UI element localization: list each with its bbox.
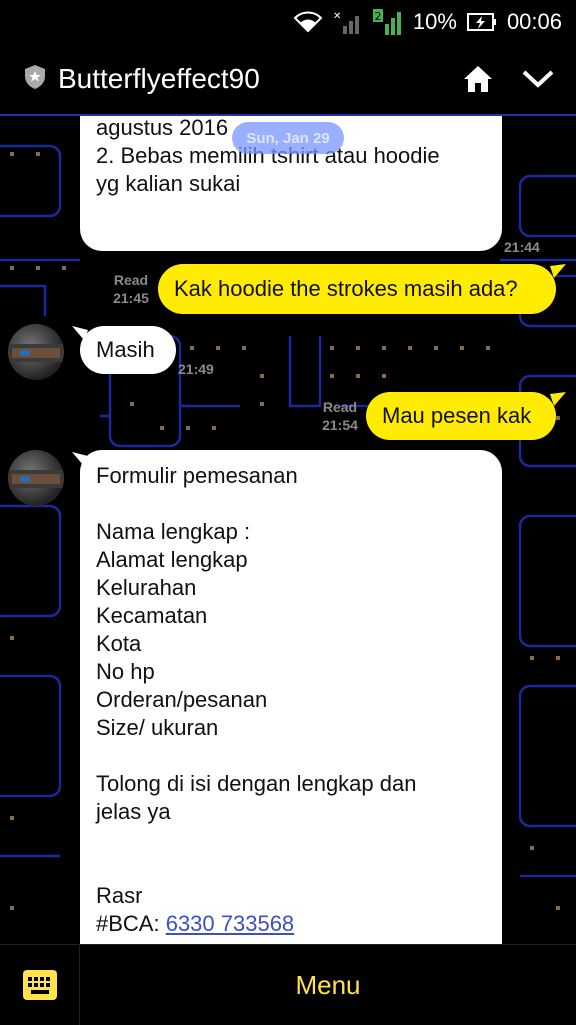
- wifi-icon: [293, 11, 323, 33]
- message-line: Tolong di isi dengan lengkap dan: [96, 771, 417, 796]
- message-line: yg kalian sukai: [96, 171, 241, 196]
- phone-link[interactable]: 6330 733568: [166, 911, 294, 936]
- message-bubble-outgoing[interactable]: Kak hoodie the strokes masih ada?: [158, 264, 556, 314]
- keyboard-icon: [22, 970, 57, 1000]
- keyboard-button[interactable]: [0, 945, 80, 1025]
- home-icon: [464, 66, 492, 92]
- shield-icon: [24, 64, 46, 95]
- status-bar: ✕ 2 10% 00:06: [0, 0, 576, 44]
- bubble-tail: [550, 392, 566, 406]
- message-line: jelas ya: [96, 799, 171, 824]
- message-line: Kota: [96, 631, 142, 656]
- read-status: Read 21:54: [318, 398, 362, 434]
- message-line: [96, 742, 486, 770]
- message-line: [96, 826, 486, 854]
- message-bubble-incoming[interactable]: Formulir pemesanan Nama lengkap : Alamat…: [80, 450, 502, 944]
- message-line: Nama lengkap :: [96, 519, 251, 544]
- read-status: Read 21:45: [110, 271, 152, 307]
- sim1-signal-icon: ✕: [333, 10, 363, 34]
- svg-text:2: 2: [374, 10, 381, 23]
- svg-text:✕: ✕: [333, 11, 341, 22]
- menu-button[interactable]: Menu: [80, 945, 576, 1025]
- message-time: 21:49: [178, 361, 214, 377]
- bottom-bar: Menu: [0, 944, 576, 1025]
- chevron-down-icon: [522, 70, 554, 88]
- battery-percent: 10%: [412, 9, 457, 34]
- message-line: Orderan/pesanan: [96, 687, 268, 712]
- message-line: No hp: [96, 659, 155, 684]
- bubble-tail: [550, 264, 566, 278]
- message-text: Kak hoodie the strokes masih ada?: [174, 276, 518, 301]
- message-line: Size/ ukuran: [96, 715, 219, 740]
- chat-title: Butterflyeffect90: [58, 63, 260, 94]
- message-time: 21:54: [322, 417, 358, 433]
- avatar[interactable]: [8, 324, 64, 380]
- message-line: Kelurahan: [96, 575, 197, 600]
- message-text: Masih: [96, 337, 155, 362]
- battery-charging-icon: [466, 11, 497, 33]
- message-bubble-incoming[interactable]: Masih: [80, 326, 176, 374]
- date-separator: Sun, Jan 29: [232, 122, 344, 154]
- home-button[interactable]: [448, 49, 508, 109]
- chat-header: Butterflyeffect90: [0, 44, 576, 114]
- message-text: Mau pesen kak: [382, 403, 532, 428]
- message-line: Kecamatan: [96, 603, 208, 628]
- bca-label: #BCA:: [96, 911, 166, 936]
- avatar[interactable]: [8, 450, 64, 506]
- message-line: Rasr: [96, 883, 143, 908]
- clock: 00:06: [506, 9, 562, 34]
- chat-area[interactable]: agustus 2016 2. Bebas memilih tshirt ata…: [0, 116, 576, 944]
- read-label: Read: [113, 272, 149, 288]
- message-time: 21:45: [113, 290, 149, 306]
- bca-line: #BCA: 6330 733568: [96, 910, 486, 938]
- message-line: [96, 490, 486, 518]
- message-line: [96, 854, 486, 882]
- message-bubble-outgoing[interactable]: Mau pesen kak: [366, 392, 556, 440]
- message-time: 21:44: [504, 239, 540, 255]
- sim2-signal-icon: 2: [372, 9, 403, 35]
- read-label: Read: [322, 399, 358, 415]
- message-line: Alamat lengkap: [96, 547, 248, 572]
- collapse-button[interactable]: [508, 49, 568, 109]
- message-line: Formulir pemesanan: [96, 463, 298, 488]
